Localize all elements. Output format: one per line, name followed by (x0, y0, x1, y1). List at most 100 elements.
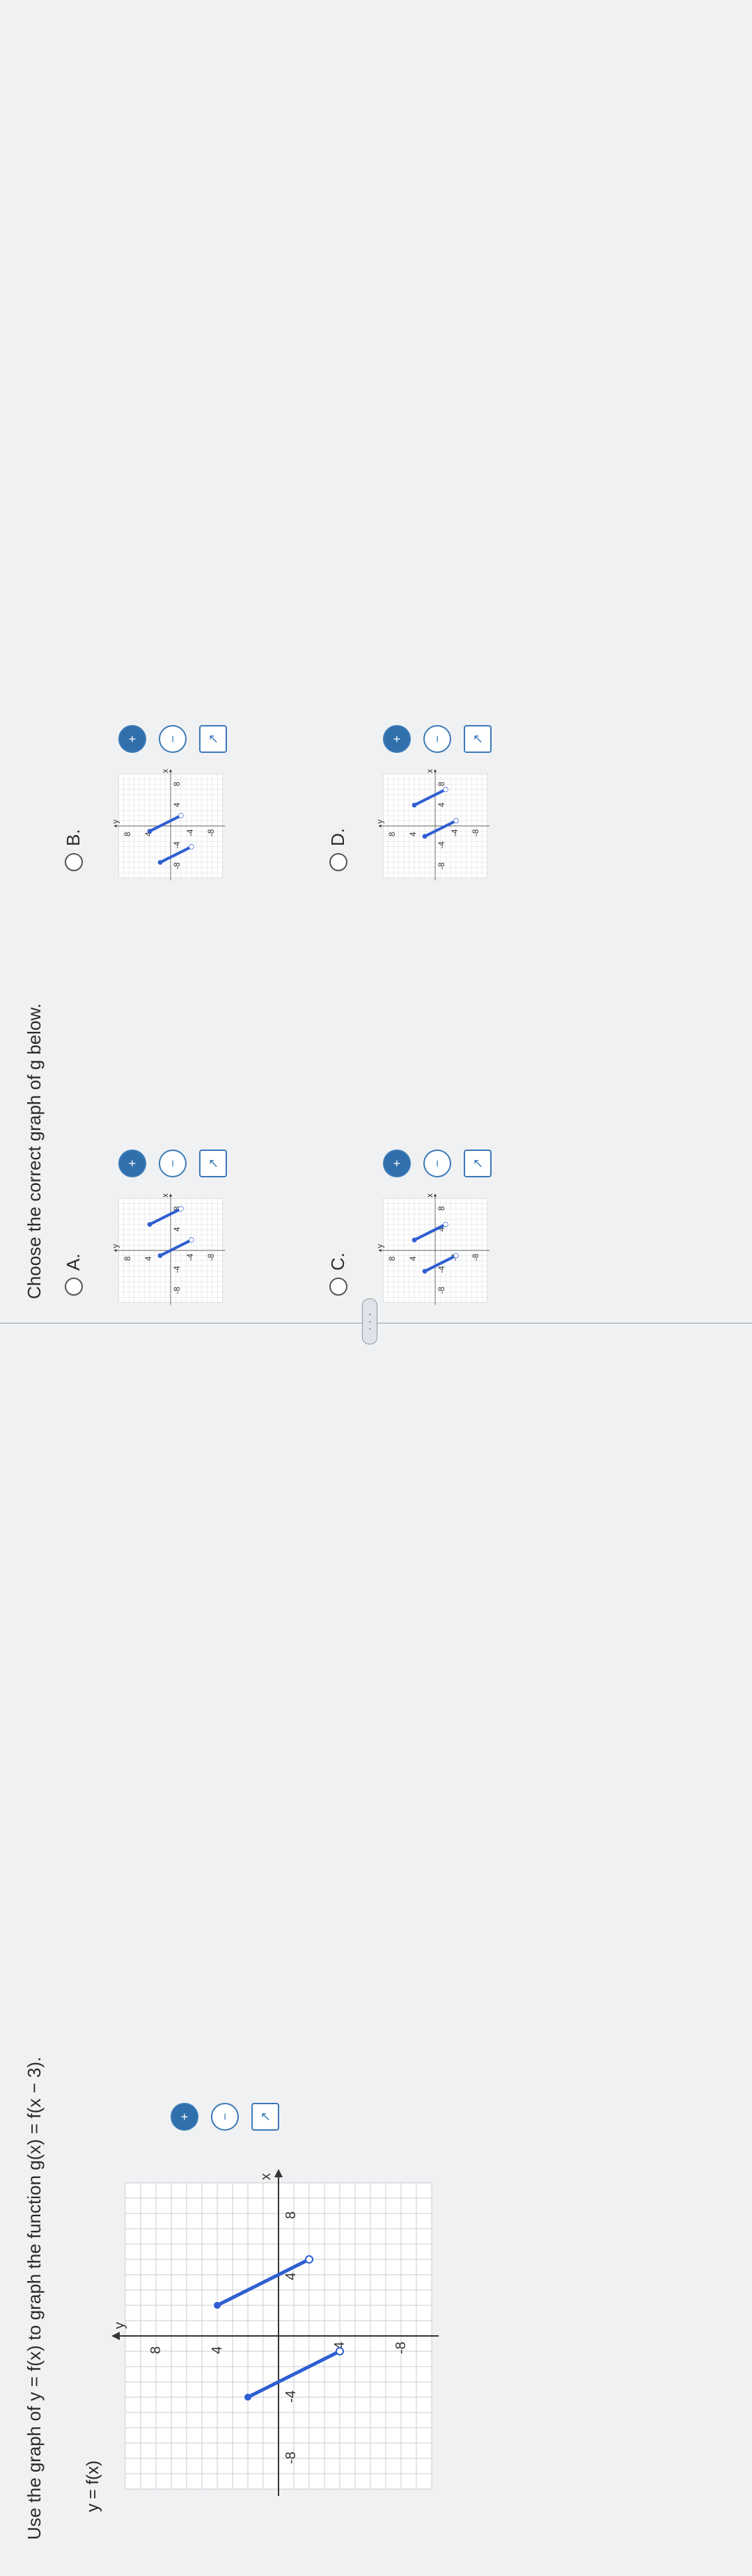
option-a-radio[interactable] (64, 1278, 83, 1296)
segment-endpoint (178, 813, 184, 818)
segment-endpoint (422, 834, 428, 839)
option-a[interactable]: A. (63, 1253, 84, 1296)
y-axis-arrow (378, 824, 382, 828)
segment-endpoint (453, 1253, 459, 1259)
option-a-graph: xy-8-8-4-44488 (112, 1193, 226, 1305)
f-graph-tools: + − ↗ (171, 2103, 279, 2131)
f-graph: xy-8-8-4-44488 (111, 2169, 439, 2496)
x-tick-label: 4 (173, 802, 182, 807)
popout-icon[interactable]: ↗ (464, 725, 492, 753)
y-axis-arrow (111, 2332, 120, 2340)
segment-endpoint (412, 802, 417, 808)
y-axis-arrow (378, 1248, 382, 1253)
option-c-label: C. (327, 1253, 348, 1271)
option-b-label: B. (63, 829, 84, 846)
y-axis-label: y (112, 2322, 127, 2329)
option-c-graph: xy-8-8-4-44488 (377, 1193, 490, 1305)
x-tick-label: -4 (173, 1266, 182, 1273)
x-axis-label: x (162, 1193, 170, 1198)
y-axis-label: y (112, 1244, 120, 1248)
y-axis-arrow (113, 1248, 117, 1253)
popout-icon[interactable]: ↗ (251, 2103, 279, 2131)
segment-endpoint (214, 2302, 221, 2309)
x-tick-label: -4 (173, 841, 182, 849)
popout-icon[interactable]: ↗ (464, 1150, 492, 1177)
x-tick-label: 8 (438, 1206, 446, 1210)
segment-endpoint (189, 1237, 194, 1243)
option-a-tools: + − ↗ (118, 1150, 227, 1177)
y-tick-label: -4 (451, 829, 460, 836)
popout-icon[interactable]: ↗ (199, 725, 227, 753)
zoom-out-icon[interactable]: − (423, 725, 451, 753)
x-axis-arrow (274, 2169, 283, 2177)
zoom-out-icon[interactable]: − (211, 2103, 239, 2131)
zoom-in-icon[interactable]: + (171, 2103, 198, 2131)
x-tick-label: 4 (283, 2273, 299, 2280)
zoom-in-icon[interactable]: + (383, 725, 411, 753)
x-tick-label: -4 (283, 2390, 299, 2403)
y-tick-label: -4 (187, 1253, 195, 1261)
graph-label: y = f(x) (84, 2460, 102, 2512)
zoom-in-icon[interactable]: + (383, 1150, 411, 1177)
x-tick-label: -8 (438, 862, 446, 869)
segment-endpoint (412, 1237, 417, 1243)
y-tick-label: -4 (187, 829, 195, 836)
segment-endpoint (453, 818, 459, 824)
y-tick-label: 8 (124, 832, 132, 836)
y-tick-label: 8 (124, 1257, 132, 1261)
x-tick-label: -4 (438, 1266, 446, 1273)
option-d-graph: x y -8 -8 -4 -4 4 4 8 8 (377, 769, 490, 881)
x-tick-label: -8 (173, 1287, 182, 1294)
option-b-tools: + − ↗ (118, 725, 227, 753)
y-tick-label: 4 (210, 2346, 225, 2354)
x-axis-label: x (258, 2173, 274, 2180)
x-axis-label: x (426, 1193, 434, 1198)
segment-endpoint (336, 2347, 344, 2355)
y-axis-label: y (377, 1244, 385, 1248)
option-b-radio[interactable] (64, 853, 83, 871)
zoom-out-icon[interactable]: − (159, 1150, 187, 1177)
y-axis-label: y (377, 820, 385, 824)
x-axis-label: x (426, 769, 434, 773)
x-axis-label: x (162, 769, 170, 773)
option-c-radio[interactable] (329, 1278, 347, 1296)
segment-endpoint (147, 829, 152, 834)
y-tick-label: 4 (145, 1256, 153, 1261)
option-d-tools: + − ↗ (383, 725, 492, 753)
x-tick-label: -8 (173, 862, 182, 869)
y-tick-label: -8 (207, 829, 216, 836)
segment-endpoint (443, 1221, 448, 1227)
zoom-in-icon[interactable]: + (118, 725, 146, 753)
y-tick-label: 4 (409, 832, 418, 836)
question-prompt: Use the graph of y = f(x) to graph the f… (24, 2056, 45, 2540)
segment-endpoint (422, 1269, 428, 1274)
option-d[interactable]: D. (327, 828, 349, 871)
zoom-out-icon[interactable]: − (159, 725, 187, 753)
option-d-radio[interactable] (329, 853, 347, 871)
segment-endpoint (244, 2394, 251, 2401)
zoom-out-icon[interactable]: − (423, 1150, 451, 1177)
option-d-label: D. (327, 828, 348, 846)
y-tick-label: -8 (472, 1254, 480, 1261)
y-tick-label: 8 (148, 2346, 164, 2354)
y-tick-label: -8 (472, 829, 480, 836)
x-tick-label: -8 (438, 1287, 446, 1294)
popout-icon[interactable]: ↗ (199, 1150, 227, 1177)
option-b-graph: xy-8-8-4-44488 (112, 769, 226, 881)
segment-endpoint (189, 844, 194, 850)
y-tick-label: 8 (389, 1257, 397, 1261)
segment-endpoint (178, 1206, 184, 1211)
y-tick-label: 8 (389, 832, 397, 836)
x-tick-label: -8 (283, 2451, 299, 2464)
y-axis-label: y (112, 820, 120, 824)
zoom-in-icon[interactable]: + (118, 1150, 146, 1177)
y-tick-label: -8 (393, 2342, 409, 2354)
x-tick-label: 8 (283, 2211, 299, 2219)
y-tick-label: 4 (409, 1256, 418, 1261)
segment-endpoint (157, 859, 163, 865)
option-b[interactable]: B. (63, 829, 84, 871)
option-c[interactable]: C. (327, 1253, 349, 1296)
more-button[interactable]: · · · (362, 1298, 377, 1344)
answer-prompt: Choose the correct graph of g below. (24, 1003, 45, 1299)
x-tick-label: 8 (173, 781, 182, 786)
